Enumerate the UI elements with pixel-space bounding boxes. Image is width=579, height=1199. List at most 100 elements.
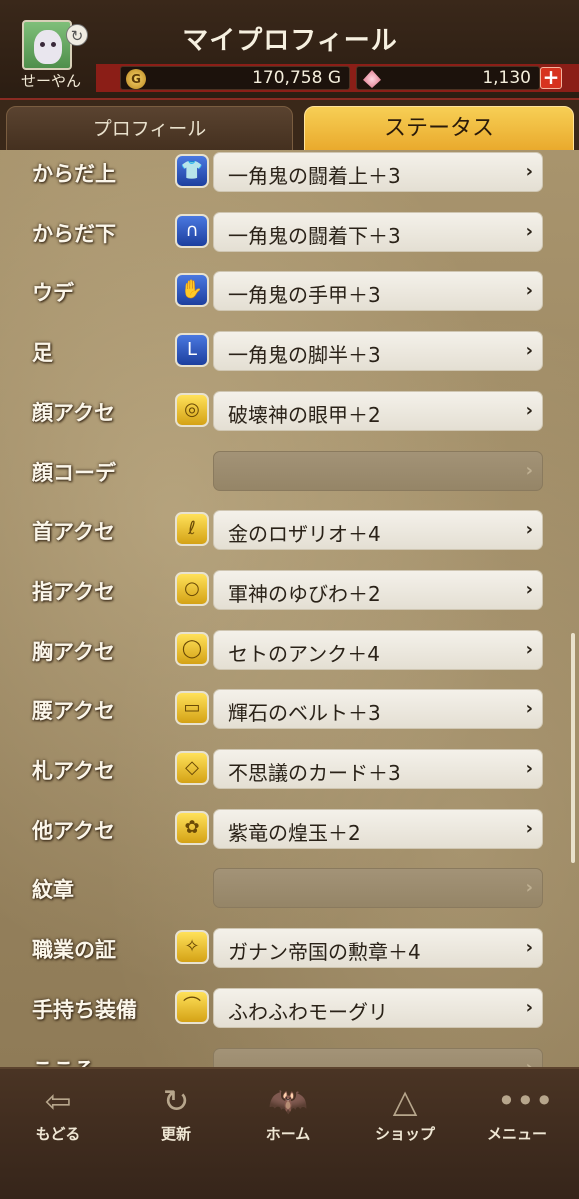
equipped-item-button[interactable]: 紫竜の煌玉＋2 › xyxy=(213,808,543,849)
equipped-item-button[interactable]: 一角鬼の闘着下＋3 › xyxy=(213,211,543,252)
item-name: 一角鬼の手甲＋3 xyxy=(228,283,381,308)
body-lower-armor-icon: ∩ xyxy=(175,213,209,248)
item-name: 紫竜の煌玉＋2 xyxy=(228,820,361,845)
chevron-right-icon: › xyxy=(525,996,533,1018)
chevron-right-icon: › xyxy=(525,459,533,481)
gold-coin-icon: G xyxy=(126,69,146,89)
slot-label: 指アクセ xyxy=(32,579,115,604)
tab-profile[interactable]: プロフィール xyxy=(6,106,293,152)
equipment-list[interactable]: からだ上 👕 一角鬼の闘着上＋3 › からだ下 ∩ 一角鬼の闘着下＋3 › ウデ ✋ 一角鬼の手甲＋… xyxy=(0,150,579,1067)
chevron-right-icon: › xyxy=(525,220,533,242)
nav-label: 更新 xyxy=(160,1125,191,1143)
empty-slot-button[interactable]: › xyxy=(213,1047,543,1068)
gold-display: G 170,758 G xyxy=(120,66,350,90)
equipped-item-button[interactable]: 軍神のゆびわ＋2 › xyxy=(213,569,543,610)
gem-icon xyxy=(363,70,381,88)
sync-icon[interactable]: ↻ xyxy=(66,24,88,46)
equipped-item-button[interactable]: 金のロザリオ＋4 › xyxy=(213,510,543,551)
chevron-right-icon: › xyxy=(525,399,533,421)
chevron-right-icon: › xyxy=(525,758,533,779)
bottom-nav: ⇦ もどる ↻ 更新 🦇 ホーム △ ショップ ••• メニュー xyxy=(0,1067,579,1199)
item-name: 一角鬼の闘着上＋3 xyxy=(228,164,401,188)
handheld-equipment-icon: ⌒ xyxy=(175,989,209,1024)
equipment-row: 腰アクセ ▭ 輝石のベルト＋3 › xyxy=(0,689,579,751)
chevron-right-icon: › xyxy=(525,519,533,541)
item-name: ふわふわモーグリ xyxy=(228,999,388,1024)
card-icon: ◇ xyxy=(175,751,209,785)
equipped-item-button[interactable]: 不思議のカード＋3 › xyxy=(213,749,543,789)
equipped-item-button[interactable]: 輝石のベルト＋3 › xyxy=(213,689,543,730)
slot-label: からだ上 xyxy=(32,162,116,186)
ring-icon: ○ xyxy=(175,571,209,606)
empty-slot-button[interactable]: › xyxy=(213,450,543,491)
equipped-item-button[interactable]: 一角鬼の闘着上＋3 › xyxy=(213,152,543,192)
slot-label: 足 xyxy=(32,341,53,366)
nav-menu[interactable]: ••• メニュー xyxy=(467,1081,567,1144)
chevron-right-icon: › xyxy=(525,817,533,839)
equipment-row: 胸アクセ ◯ セトのアンク＋4 › xyxy=(0,629,579,692)
chevron-right-icon: › xyxy=(525,161,533,182)
body-upper-armor-icon: 👕 xyxy=(175,154,209,188)
other-accessory-icon: ✿ xyxy=(175,810,209,845)
slot-label: こころ xyxy=(32,1054,95,1068)
equipment-row: 足 L 一角鬼の脚半＋3 › xyxy=(0,331,579,393)
nav-home[interactable]: 🦇 ホーム xyxy=(238,1081,338,1144)
face-accessory-icon: ◎ xyxy=(175,392,209,427)
equipment-row: こころ › xyxy=(0,1047,579,1068)
equipment-row: からだ上 👕 一角鬼の闘着上＋3 › xyxy=(0,152,579,214)
tab-status[interactable]: ステータス xyxy=(304,106,574,152)
refresh-icon: ↻ xyxy=(162,1082,190,1120)
boots-icon: L xyxy=(175,333,209,368)
equipped-item-button[interactable]: 破壊神の眼甲＋2 › xyxy=(213,390,543,431)
slot-label: 紋章 xyxy=(32,878,74,903)
equipment-row: 手持ち装備 ⌒ ふわふわモーグリ › xyxy=(0,987,579,1050)
item-name: セトのアンク＋4 xyxy=(228,641,380,666)
gem-value: 1,130 xyxy=(482,68,531,88)
equipment-row: 顔コーデ › xyxy=(0,450,579,513)
necklace-icon: ℓ xyxy=(175,512,209,547)
scrollbar[interactable] xyxy=(571,633,575,863)
home-dracky-icon: 🦇 xyxy=(268,1082,308,1120)
nav-refresh[interactable]: ↻ 更新 xyxy=(126,1081,226,1144)
slot-label: 顔コーデ xyxy=(32,460,116,485)
empty-slot-button[interactable]: › xyxy=(213,868,543,909)
equipment-row: 顔アクセ ◎ 破壊神の眼甲＋2 › xyxy=(0,390,579,453)
slot-label: 職業の証 xyxy=(32,938,116,963)
slot-label: 首アクセ xyxy=(32,520,115,545)
slot-label: 腰アクセ xyxy=(32,699,115,724)
chevron-right-icon: › xyxy=(525,698,533,720)
slot-label: からだ下 xyxy=(32,221,116,246)
chevron-right-icon: › xyxy=(525,340,533,362)
shop-slime-icon: △ xyxy=(392,1082,418,1120)
nav-shop[interactable]: △ ショップ xyxy=(355,1081,455,1144)
nav-label: もどる xyxy=(35,1125,81,1143)
page-title: マイプロフィール xyxy=(182,26,398,56)
header: ↻ せーやん マイプロフィール G 170,758 G 1,130 + xyxy=(0,0,579,100)
equipment-row: 首アクセ ℓ 金のロザリオ＋4 › xyxy=(0,510,579,572)
nav-back[interactable]: ⇦ もどる xyxy=(8,1081,108,1144)
item-name: 輝石のベルト＋3 xyxy=(228,701,381,726)
equipped-item-button[interactable]: ガナン帝国の勲章＋4 › xyxy=(213,928,543,969)
slot-label: 手持ち装備 xyxy=(32,997,137,1022)
equipment-row: からだ下 ∩ 一角鬼の闘着下＋3 › xyxy=(0,211,579,274)
equipped-item-button[interactable]: セトのアンク＋4 › xyxy=(213,629,543,670)
nav-label: メニュー xyxy=(486,1125,547,1143)
chevron-right-icon: › xyxy=(525,578,533,600)
username: せーやん xyxy=(20,72,81,90)
avatar[interactable] xyxy=(22,20,72,70)
slot-label: 胸アクセ xyxy=(32,639,115,664)
nav-label: ホーム xyxy=(265,1125,311,1143)
equipped-item-button[interactable]: 一角鬼の脚半＋3 › xyxy=(213,331,543,372)
equipment-row: ウデ ✋ 一角鬼の手甲＋3 › xyxy=(0,271,579,333)
chevron-right-icon: › xyxy=(525,280,533,302)
add-gems-button[interactable]: + xyxy=(540,67,562,89)
avatar-face xyxy=(34,30,62,64)
equipped-item-button[interactable]: 一角鬼の手甲＋3 › xyxy=(213,271,543,312)
equipped-item-button[interactable]: ふわふわモーグリ › xyxy=(213,987,543,1028)
chevron-right-icon: › xyxy=(525,1056,533,1068)
equipment-row: 職業の証 ✧ ガナン帝国の勲章＋4 › xyxy=(0,928,579,990)
job-emblem-icon: ✧ xyxy=(175,930,209,965)
chevron-right-icon: › xyxy=(525,638,533,660)
item-name: 一角鬼の脚半＋3 xyxy=(228,343,381,368)
item-name: 一角鬼の闘着下＋3 xyxy=(228,223,401,248)
